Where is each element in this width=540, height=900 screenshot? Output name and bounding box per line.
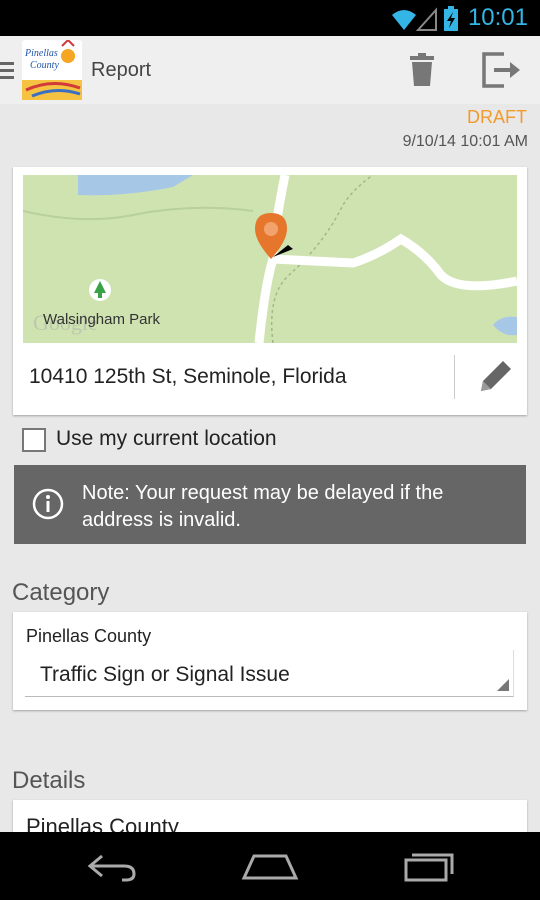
report-timestamp: 9/10/14 10:01 AM xyxy=(402,133,528,150)
status-badge: DRAFT xyxy=(467,107,527,127)
page-title: Report xyxy=(91,59,152,81)
back-button[interactable] xyxy=(82,848,142,884)
location-card: Google Walsingham Park 10410 125th St, S… xyxy=(13,167,527,415)
status-time: 10:01 xyxy=(467,4,528,31)
note-box: Note: Your request may be delayed if the… xyxy=(14,465,526,544)
back-icon xyxy=(87,854,136,882)
exit-icon xyxy=(482,52,520,88)
category-title: Category xyxy=(12,579,110,606)
note-text: Note: Your request may be delayed if the… xyxy=(82,482,444,531)
use-current-location-label: Use my current location xyxy=(56,427,277,450)
address-text: 10410 125th St, Seminole, Florida xyxy=(29,365,347,388)
map-view[interactable]: Google Walsingham Park xyxy=(23,175,517,343)
delete-button[interactable] xyxy=(402,50,442,90)
map-park-label: Walsingham Park xyxy=(43,311,160,328)
signal-icon xyxy=(415,7,437,31)
exit-button[interactable] xyxy=(478,50,524,90)
home-icon xyxy=(241,854,299,880)
category-card: Pinellas County Traffic Sign or Signal I… xyxy=(13,612,527,710)
system-nav-bar xyxy=(0,832,540,900)
battery-charging-icon xyxy=(444,6,458,31)
logo-text-2: County xyxy=(30,60,59,71)
info-icon xyxy=(32,488,64,520)
category-agency: Pinellas County xyxy=(26,626,152,646)
status-icons xyxy=(390,6,462,37)
category-select[interactable]: Traffic Sign or Signal Issue xyxy=(25,650,514,697)
details-title: Details xyxy=(12,767,86,794)
trash-icon xyxy=(410,53,434,86)
recents-button[interactable] xyxy=(400,848,460,884)
category-selected-value: Traffic Sign or Signal Issue xyxy=(40,663,290,686)
edit-address-button[interactable] xyxy=(469,355,515,399)
status-bar: 10:01 xyxy=(0,0,540,36)
menu-icon[interactable] xyxy=(0,62,14,80)
recents-icon xyxy=(404,853,454,882)
app-logo[interactable]: Pinellas County xyxy=(22,38,82,100)
pencil-icon xyxy=(481,361,511,391)
dropdown-arrow-icon xyxy=(497,679,509,691)
use-current-location-checkbox[interactable] xyxy=(22,428,46,452)
logo-text-1: Pinellas xyxy=(24,48,58,59)
action-bar: Pinellas County Report xyxy=(0,36,540,104)
wifi-icon xyxy=(392,10,416,30)
home-button[interactable] xyxy=(240,848,300,884)
divider xyxy=(454,355,455,399)
address-row: 10410 125th St, Seminole, Florida xyxy=(13,345,527,415)
